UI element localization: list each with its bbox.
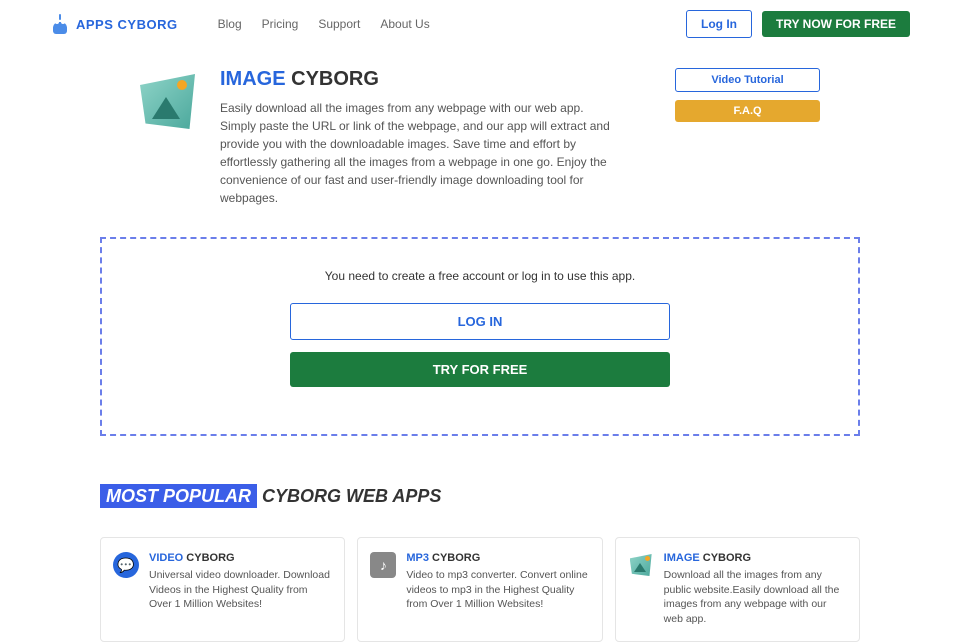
section-title-rest: CYBORG WEB APPS — [257, 486, 441, 506]
cta-text: You need to create a free account or log… — [102, 269, 858, 283]
card-title-rest: CYBORG — [700, 552, 751, 564]
header: APPS CYBORG Blog Pricing Support About U… — [50, 0, 910, 48]
card-title-accent: VIDEO — [149, 552, 183, 564]
nav-support[interactable]: Support — [318, 17, 360, 31]
nav-blog[interactable]: Blog — [218, 17, 242, 31]
section-title: MOST POPULAR CYBORG WEB APPS — [100, 486, 860, 507]
card-title-accent: MP3 — [406, 552, 429, 564]
title-rest: CYBORG — [286, 68, 379, 90]
video-tutorial-button[interactable]: Video Tutorial — [675, 68, 820, 92]
card-desc: Video to mp3 converter. Convert online v… — [406, 568, 589, 612]
cta-try-button[interactable]: TRY FOR FREE — [290, 352, 670, 387]
cta-login-button[interactable]: LOG IN — [290, 303, 670, 340]
hero: IMAGE CYBORG Easily download all the ima… — [140, 68, 820, 207]
card-desc: Download all the images from any public … — [664, 568, 847, 627]
mp3-icon: ♪ — [370, 552, 396, 578]
card-video[interactable]: 💬 VIDEO CYBORG Universal video downloade… — [100, 537, 345, 642]
brand-icon — [50, 14, 70, 34]
card-title-accent: IMAGE — [664, 552, 700, 564]
login-button[interactable]: Log In — [686, 10, 752, 38]
page-title: IMAGE CYBORG — [220, 68, 650, 91]
image-icon — [628, 552, 654, 578]
card-title-rest: CYBORG — [183, 552, 234, 564]
hero-content: IMAGE CYBORG Easily download all the ima… — [220, 68, 650, 207]
brand-logo[interactable]: APPS CYBORG — [50, 14, 178, 34]
video-icon: 💬 — [113, 552, 139, 578]
section-title-highlight: MOST POPULAR — [100, 484, 257, 508]
hero-side-actions: Video Tutorial F.A.Q — [675, 68, 820, 122]
nav-about[interactable]: About Us — [380, 17, 429, 31]
nav-pricing[interactable]: Pricing — [262, 17, 299, 31]
card-desc: Universal video downloader. Download Vid… — [149, 568, 332, 612]
app-icon — [140, 74, 195, 129]
brand-first: APPS — [76, 17, 113, 32]
try-now-button[interactable]: TRY NOW FOR FREE — [762, 11, 910, 37]
card-title-rest: CYBORG — [429, 552, 480, 564]
nav: Blog Pricing Support About Us — [218, 17, 686, 31]
card-mp3[interactable]: ♪ MP3 CYBORG Video to mp3 converter. Con… — [357, 537, 602, 642]
hero-description: Easily download all the images from any … — [220, 99, 615, 207]
cta-box: You need to create a free account or log… — [100, 237, 860, 436]
card-image[interactable]: IMAGE CYBORG Download all the images fro… — [615, 537, 860, 642]
cards-row: 💬 VIDEO CYBORG Universal video downloade… — [100, 537, 860, 642]
brand-second: CYBORG — [118, 17, 178, 32]
faq-button[interactable]: F.A.Q — [675, 100, 820, 122]
title-accent: IMAGE — [220, 68, 286, 90]
popular-section: MOST POPULAR CYBORG WEB APPS 💬 VIDEO CYB… — [100, 486, 860, 642]
